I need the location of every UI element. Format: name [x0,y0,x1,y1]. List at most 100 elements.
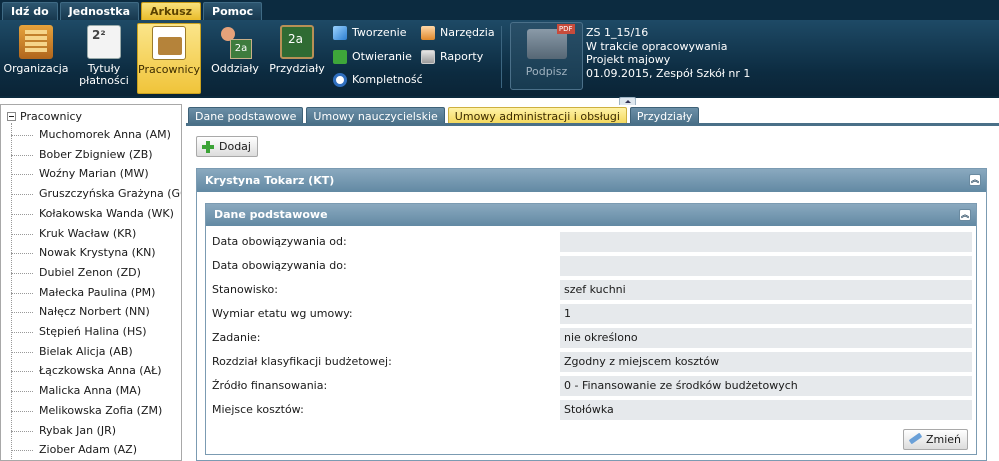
doc-project: Projekt majowy [586,53,671,66]
sign-label: Podpisz [525,65,568,78]
tree-item[interactable]: Gruszczyńska Grażyna (GG) [11,184,181,204]
field-label: Wymiar etatu wg umowy: [212,307,353,320]
create-label: Tworzenie [352,26,407,39]
ribbon-toolbar: Organizacja Tytuły płatności Pracownicy … [0,20,999,98]
employee-tree: Pracownicy Muchomorek Anna (AM) Bober Zb… [0,104,182,461]
field-value: Stołówka [560,400,972,420]
edit-button[interactable]: Zmień [902,429,968,450]
field-label: Stanowisko: [212,283,278,296]
pencil-icon [908,432,923,445]
tree-item[interactable]: Dubiel Zenon (ZD) [11,263,141,283]
field-row: Zadanie: nie określono [212,328,972,348]
document-info: ZS 1_15/16 W trakcie opracowywania Proje… [586,26,750,80]
ribbon-collapse-toggle[interactable] [619,97,636,105]
tree-item[interactable]: Bielak Alicja (AB) [11,342,133,362]
field-value: szef kuchni [560,280,972,300]
field-row: Miejsce kosztów: Stołówka [212,400,972,420]
open-button[interactable]: Otwieranie [332,48,412,66]
completeness-label: Kompletność [352,73,423,86]
field-row: Rozdział klasyfikacji budżetowej: Zgodny… [212,352,972,372]
field-label: Data obowiązywania do: [212,259,347,272]
assignments-icon [280,25,314,59]
completeness-button[interactable]: Kompletność [332,71,423,89]
tools-button[interactable]: Narzędzia [420,24,495,42]
field-value: Zgodny z miejscem kosztów [560,352,972,372]
tree-item[interactable]: Woźny Marian (MW) [11,164,149,184]
tree-item[interactable]: Melikowska Zofia (ZM) [11,401,162,421]
classes-label: Oddziały [211,62,259,75]
create-button[interactable]: Tworzenie [332,24,406,42]
payment-titles-icon [87,25,121,59]
field-row: Stanowisko: szef kuchni [212,280,972,300]
open-icon [333,50,347,64]
tree-item[interactable]: Nowak Krystyna (KN) [11,243,156,263]
field-value: 1 [560,304,972,324]
assignments-label: Przydziały [269,62,325,75]
field-label: Zadanie: [212,331,261,344]
employees-button[interactable]: Pracownicy [137,23,201,94]
collapse-chevron-icon[interactable]: ︽ [969,174,981,186]
print-pdf-icon [526,24,575,59]
tree-item[interactable]: Stępień Halina (HS) [11,322,147,342]
employees-icon [152,26,186,60]
organization-icon [19,25,53,59]
doc-date-school: 01.09.2015, Zespół Szkół nr 1 [586,66,751,80]
collapse-icon[interactable] [7,112,16,121]
tab-basic-data[interactable]: Dane podstawowe [188,107,304,124]
employee-panel-header: Krystyna Tokarz (KT) ︽ [197,169,986,192]
employee-panel: Krystyna Tokarz (KT) ︽ Dane podstawowe ︽… [196,168,987,461]
field-row: Data obowiązywania od: [212,232,972,252]
content-tabs: Dane podstawowe Umowy nauczycielskie Umo… [188,107,702,124]
tree-item[interactable]: Kołakowska Wanda (WK) [11,204,174,224]
tree-item[interactable]: Ziober Adam (AZ) [11,440,137,460]
tree-root[interactable]: Pracownicy [7,108,82,125]
field-row: Data obowiązywania do: [212,256,972,276]
field-row: Źródło finansowania: 0 - Finansowanie ze… [212,376,972,396]
basic-data-section: Dane podstawowe ︽ Data obowiązywania od:… [205,203,977,455]
section-title: Dane podstawowe [214,208,328,221]
tree-root-label: Pracownicy [20,110,83,123]
assignments-button[interactable]: Przydziały [268,23,326,94]
tab-assignments[interactable]: Przydziały [629,107,700,124]
menu-unit[interactable]: Jednostka [59,2,139,20]
section-collapse-chevron-icon[interactable]: ︽ [959,209,971,221]
menu-goto[interactable]: Idź do [2,2,58,20]
tree-item[interactable]: Nałęcz Norbert (NN) [11,302,150,322]
doc-status: W trakcie opracowywania [586,39,728,53]
tab-teacher-contracts[interactable]: Umowy nauczycielskie [306,107,445,124]
field-row: Wymiar etatu wg umowy: 1 [212,304,972,324]
tree-item[interactable]: Kruk Wacław (KR) [11,224,136,244]
plus-icon [202,141,214,153]
tree-item[interactable]: Małecka Paulina (PM) [11,283,155,303]
completeness-icon [333,73,347,87]
open-label: Otwieranie [352,50,412,63]
add-button[interactable]: Dodaj [196,136,258,157]
field-value [560,232,972,252]
create-icon [333,26,347,40]
tree-item[interactable]: Bober Zbigniew (ZB) [11,145,153,165]
tree-item[interactable]: Malicka Anna (MA) [11,381,141,401]
menu-sheet[interactable]: Arkusz [141,2,202,20]
field-label: Rozdział klasyfikacji budżetowej: [212,355,392,368]
field-value: nie określono [560,328,972,348]
field-value [560,256,972,276]
menu-help[interactable]: Pomoc [203,2,263,20]
tools-icon [421,26,435,40]
classes-button[interactable]: Oddziały [206,23,264,94]
doc-id: ZS 1_15/16 [586,26,649,39]
tree-item[interactable]: Łączkowska Anna (AŁ) [11,361,162,381]
reports-button[interactable]: Raporty [420,48,483,66]
classes-icon [218,25,252,59]
organization-button[interactable]: Organizacja [2,23,70,94]
field-label: Data obowiązywania od: [212,235,347,248]
reports-label: Raporty [440,50,484,63]
top-menu-bar: Idź do Jednostka Arkusz Pomoc [0,0,999,20]
tab-admin-contracts[interactable]: Umowy administracji i obsługi [447,107,627,124]
payment-titles-button[interactable]: Tytuły płatności [74,23,134,94]
tree-item[interactable]: Rybak Jan (JR) [11,421,116,441]
sign-button[interactable]: Podpisz [510,22,583,90]
organization-label: Organizacja [3,62,69,75]
tree-item[interactable]: Muchomorek Anna (AM) [11,125,171,145]
payment-titles-label: Tytuły płatności [79,62,129,87]
field-label: Źródło finansowania: [212,379,328,392]
